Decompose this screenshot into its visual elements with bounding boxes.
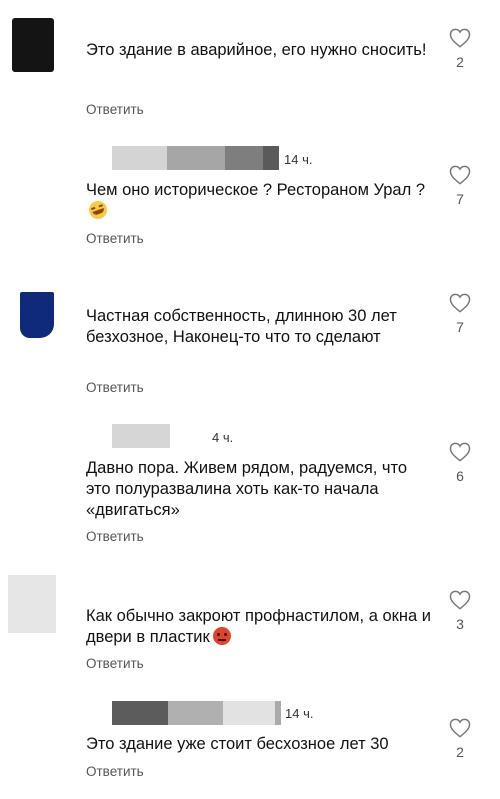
heart-icon	[449, 718, 471, 738]
censored-username	[112, 701, 281, 725]
like-count: 6	[456, 468, 464, 484]
comment-text: Это здание уже стоит бесхозное лет 30	[86, 735, 389, 753]
like-button[interactable]: 6	[447, 442, 473, 484]
like-button[interactable]: 7	[447, 165, 473, 207]
censored-username	[112, 424, 170, 448]
like-count: 3	[456, 616, 464, 632]
comment-text: Чем оно историческое ? Рестораном Урал ?	[86, 180, 431, 222]
avatar[interactable]	[12, 18, 54, 72]
like-count: 2	[456, 54, 464, 70]
like-button[interactable]: 2	[447, 28, 473, 70]
like-button[interactable]: 3	[447, 590, 473, 632]
rolling-on-floor-laughing-emoji	[86, 198, 110, 222]
reply-button[interactable]: Ответить	[86, 764, 144, 779]
like-count: 2	[456, 744, 464, 760]
comment-text: Как обычно закроют профнастилом, а окна …	[86, 607, 431, 646]
heart-icon	[449, 442, 471, 462]
reply-button[interactable]: Ответить	[86, 656, 144, 671]
comment-time: 14 ч.	[284, 152, 313, 167]
censored-username	[112, 146, 279, 170]
comment-text: Частная собственность, длинною 30 лет бе…	[86, 307, 397, 346]
like-button[interactable]: 7	[447, 293, 473, 335]
comment-time: 14 ч.	[285, 706, 314, 721]
angry-face-emoji	[212, 627, 231, 645]
reply-button[interactable]: Ответить	[86, 529, 144, 544]
comment-text: Это здание в аварийное, его нужно сносит…	[86, 41, 427, 59]
like-count: 7	[456, 319, 464, 335]
like-button[interactable]: 2	[447, 718, 473, 760]
comment-time: 4 ч.	[212, 430, 234, 445]
reply-button[interactable]: Ответить	[86, 231, 144, 246]
heart-icon	[449, 590, 471, 610]
heart-icon	[449, 28, 471, 48]
like-count: 7	[456, 191, 464, 207]
reply-button[interactable]: Ответить	[86, 102, 144, 117]
avatar[interactable]	[20, 292, 54, 338]
heart-icon	[449, 165, 471, 185]
reply-button[interactable]: Ответить	[86, 380, 144, 395]
avatar[interactable]	[8, 575, 56, 633]
heart-icon	[449, 293, 471, 313]
comment-text: Давно пора. Живем рядом, радуемся, что э…	[86, 459, 408, 519]
